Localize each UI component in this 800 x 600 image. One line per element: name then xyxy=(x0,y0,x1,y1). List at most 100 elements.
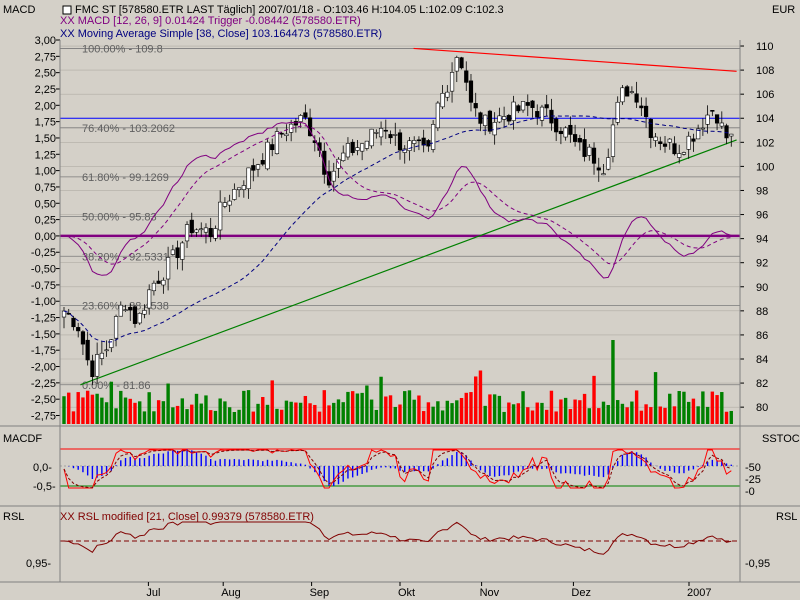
volume-bar xyxy=(469,392,473,424)
candle-body xyxy=(203,227,209,233)
volume-bar xyxy=(720,392,724,424)
candle-body xyxy=(464,70,469,83)
candle-body xyxy=(677,153,682,158)
macd-tick-label: -2,75 xyxy=(31,411,56,423)
volume-bar xyxy=(677,391,681,424)
stock-chart: MACD FMC ST [578580.ETR LAST Täglich] 20… xyxy=(0,0,800,600)
volume-bar xyxy=(365,385,369,424)
volume-bar xyxy=(701,391,705,424)
volume-bar xyxy=(412,399,416,424)
macd-tick-label: 3,00 xyxy=(35,35,56,47)
volume-bar xyxy=(696,406,700,424)
candle-body xyxy=(724,125,729,139)
candle-body xyxy=(412,140,417,144)
candle-body xyxy=(279,132,284,135)
volume-bar xyxy=(644,404,648,424)
candle-body xyxy=(568,124,573,135)
candle-body xyxy=(180,242,185,260)
candle-body xyxy=(303,112,308,118)
volume-bar xyxy=(729,410,733,424)
candle-body xyxy=(639,105,644,109)
sstoc-tick-25: -25 xyxy=(745,474,761,486)
volume-bar xyxy=(497,395,502,424)
macd-tick-label: 1,00 xyxy=(35,166,56,178)
candle-body xyxy=(719,122,724,127)
candle-body xyxy=(648,119,653,138)
volume-bar xyxy=(686,401,691,424)
macd-tick-label: 2,00 xyxy=(35,100,56,112)
candle-body xyxy=(554,118,559,133)
candle-body xyxy=(199,228,204,231)
volume-bar xyxy=(417,395,421,424)
volume-bar xyxy=(194,393,199,424)
volume-bar xyxy=(384,396,388,424)
candle-body xyxy=(620,87,625,103)
volume-bar xyxy=(398,404,402,424)
candle-body xyxy=(653,136,658,141)
volume-bar xyxy=(133,402,137,424)
volume-bar xyxy=(554,411,558,424)
candle-body xyxy=(227,200,232,206)
volume-bar xyxy=(265,404,270,424)
macd-tick-label: 2,50 xyxy=(35,68,56,80)
volume-bar xyxy=(374,409,379,424)
volume-bar xyxy=(327,405,331,424)
volume-bar xyxy=(530,410,535,424)
price-tick-label: 88 xyxy=(756,306,768,318)
candle-body xyxy=(662,143,668,147)
candle-body xyxy=(549,109,554,124)
volume-bar xyxy=(521,391,525,424)
volume-bar xyxy=(95,393,99,424)
macd-tick-label: 2,75 xyxy=(35,51,56,63)
volume-bar xyxy=(298,402,303,424)
candle-body xyxy=(686,135,691,150)
candle-body xyxy=(95,354,100,377)
candle-body xyxy=(161,279,166,286)
volume-bar xyxy=(592,375,596,424)
candle-body xyxy=(364,140,369,149)
volume-bar xyxy=(303,395,308,424)
candle-body xyxy=(232,189,237,200)
volume-bar xyxy=(232,411,237,424)
volume-bar xyxy=(227,407,232,424)
volume-bar xyxy=(332,402,336,424)
candle-body xyxy=(345,143,351,158)
time-tick-label: Aug xyxy=(221,587,241,599)
volume-bar xyxy=(147,392,151,424)
volume-bar xyxy=(128,398,132,424)
volume-bar xyxy=(180,398,185,424)
volume-bar xyxy=(62,396,66,424)
candle-body xyxy=(369,128,374,147)
candle-body xyxy=(615,101,620,123)
macd-tick-label: -0,25 xyxy=(31,247,56,259)
volume-bar xyxy=(76,392,80,424)
volume-bar xyxy=(350,391,355,424)
candle-body xyxy=(104,349,109,352)
candle-body xyxy=(459,57,464,69)
volume-bar xyxy=(507,402,511,424)
candle-body xyxy=(374,132,379,134)
volume-bar xyxy=(379,376,383,424)
candle-body xyxy=(388,134,393,139)
volume-bar xyxy=(526,407,530,424)
volume-bar xyxy=(639,410,644,424)
candle-body xyxy=(520,101,526,111)
candle-body xyxy=(610,124,616,157)
macd-tick-label: 0,25 xyxy=(35,215,56,227)
candle-body xyxy=(213,228,218,239)
candle-body xyxy=(710,110,715,112)
candle-body xyxy=(525,102,530,106)
price-tick-label: 110 xyxy=(756,41,774,53)
candle-body xyxy=(80,331,86,345)
candle-body xyxy=(132,306,138,324)
volume-bar xyxy=(71,411,76,424)
macd-tick-label: -2,50 xyxy=(31,394,56,406)
volume-bar xyxy=(625,407,629,424)
candle-body xyxy=(397,132,403,151)
macd-tick-label: -1,25 xyxy=(31,313,56,325)
volume-bar xyxy=(190,404,194,424)
volume-bar xyxy=(218,398,222,424)
candle-body xyxy=(572,134,578,142)
volume-bar xyxy=(279,409,284,424)
candle-body xyxy=(681,152,687,155)
